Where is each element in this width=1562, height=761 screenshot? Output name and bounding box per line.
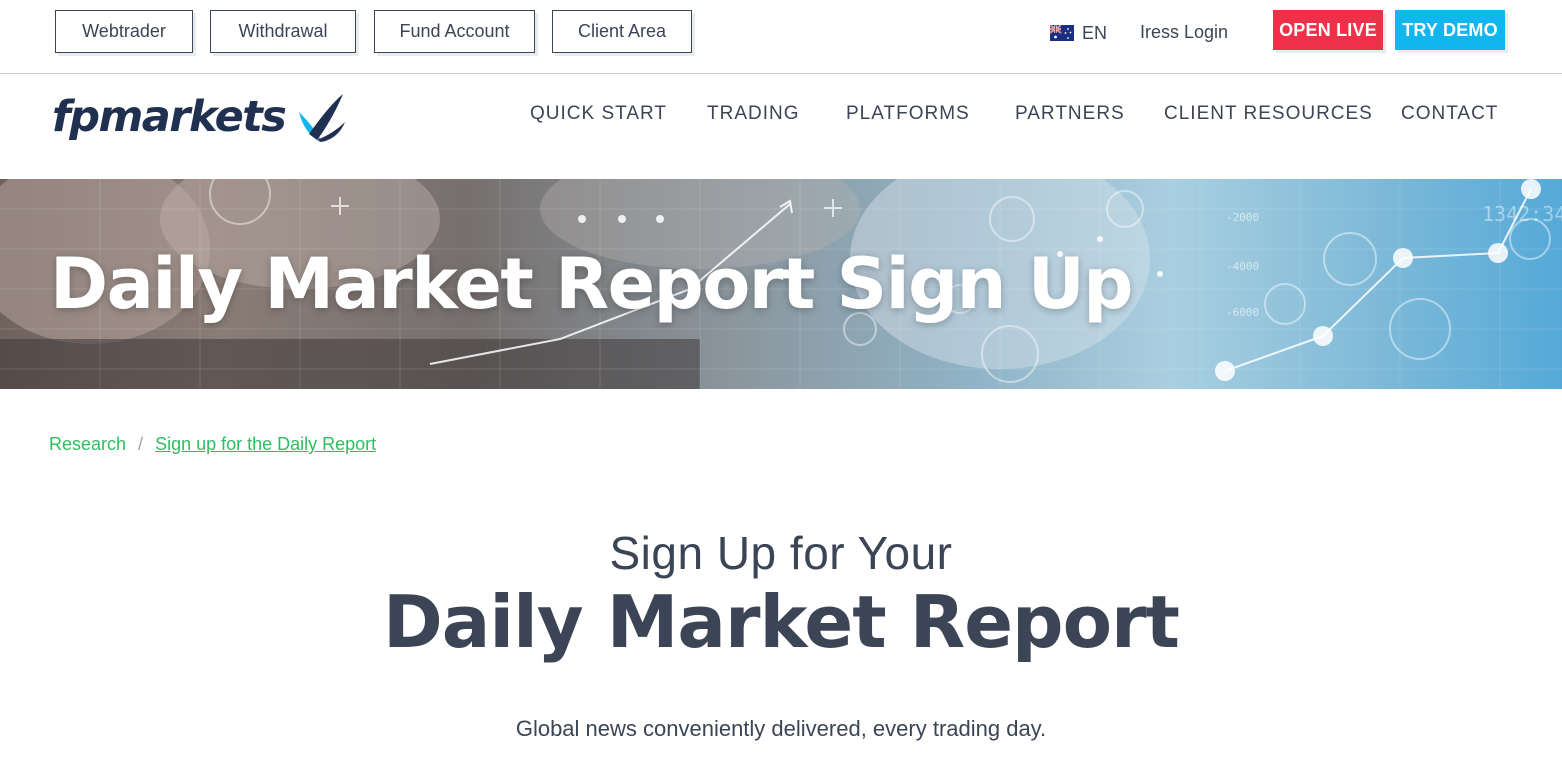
hero-banner: -2000 -4000 -6000 1342:34 Daily Market R… [0, 179, 1562, 389]
section-tagline: Global news conveniently delivered, ever… [515, 716, 1047, 741]
australia-flag-icon [1050, 25, 1074, 41]
section-subheading: Sign Up for Your [609, 527, 953, 579]
fpmarkets-logo[interactable]: fpmarkets [52, 87, 349, 147]
withdrawal-button[interactable]: Withdrawal [210, 10, 356, 53]
try-demo-button[interactable]: TRY DEMO [1395, 10, 1505, 50]
fund-account-button[interactable]: Fund Account [374, 10, 535, 53]
nav-quick-start[interactable]: QUICK START [530, 103, 667, 127]
nav-trading[interactable]: TRADING [707, 103, 800, 127]
open-live-button[interactable]: OPEN LIVE [1273, 10, 1383, 50]
nav-contact[interactable]: CONTACT [1401, 103, 1498, 127]
webtrader-button[interactable]: Webtrader [55, 10, 193, 53]
client-area-button[interactable]: Client Area [552, 10, 692, 53]
nav-client-resources[interactable]: CLIENT RESOURCES [1164, 103, 1373, 127]
hero-title: Daily Market Report Sign Up [50, 243, 1133, 325]
language-label: EN [1082, 22, 1108, 43]
nav-partners[interactable]: PARTNERS [1015, 103, 1125, 127]
logo-swoosh-icon [299, 94, 346, 142]
hero-axis-label: -2000 [1226, 211, 1259, 224]
breadcrumb-current-link[interactable]: Sign up for the Daily Report [155, 434, 376, 455]
hero-ticker-label: 1342:34 [1482, 202, 1562, 226]
breadcrumb: Research / Sign up for the Daily Report [49, 434, 376, 455]
iress-login-link[interactable]: Iress Login [1140, 22, 1228, 43]
nav-platforms[interactable]: PLATFORMS [846, 103, 970, 127]
breadcrumb-separator: / [138, 434, 144, 454]
breadcrumb-research-link[interactable]: Research [49, 434, 126, 455]
language-selector[interactable]: EN [1050, 22, 1107, 44]
logo-text: fpmarkets [52, 92, 287, 142]
main-header: fpmarkets QUICK START TRADING PLATFORMS … [0, 75, 1562, 179]
hero-axis-label: -4000 [1226, 260, 1259, 273]
section-heading: Daily Market Report [383, 580, 1180, 664]
top-utility-bar: Webtrader Withdrawal Fund Account Client… [0, 0, 1562, 74]
hero-axis-label: -6000 [1226, 306, 1259, 319]
